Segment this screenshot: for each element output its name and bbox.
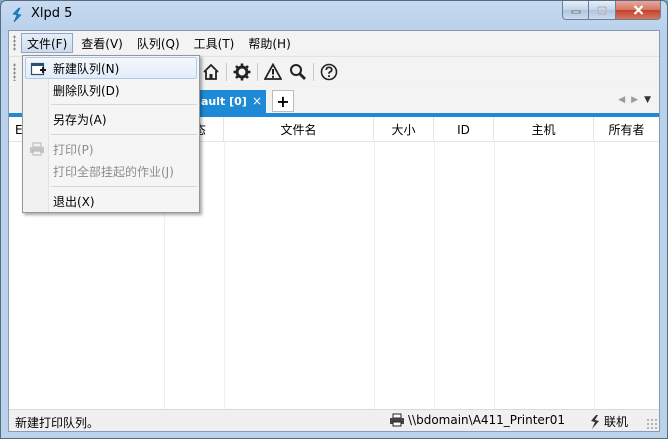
column-header-filename[interactable]: 文件名: [224, 117, 374, 142]
xlpd-logo-icon: [12, 7, 22, 23]
maximize-button[interactable]: [589, 1, 616, 20]
gear-icon: [233, 63, 251, 81]
status-bar: 新建打印队列。 \\bdomain\A411_Printer01 联机: [9, 409, 659, 431]
search-button[interactable]: [288, 62, 308, 82]
tab-label: ault [0]: [201, 95, 247, 108]
settings-button[interactable]: [232, 62, 252, 82]
minimize-icon: [571, 10, 580, 14]
search-icon: [290, 64, 306, 80]
resize-grip[interactable]: [646, 418, 658, 430]
app-window: Xlpd 5 文件(F) 查看(V) 队列(Q) 工具(T) 帮助(H) aul…: [0, 0, 668, 439]
tab-close-icon[interactable]: ×: [251, 95, 263, 107]
column-divider: [434, 142, 435, 409]
status-printer: \\bdomain\A411_Printer01: [389, 413, 565, 427]
menu-item-label: 删除队列(D): [53, 83, 120, 98]
column-divider: [594, 142, 595, 409]
status-message: 新建打印队列。: [15, 416, 100, 430]
column-header-id[interactable]: ID: [434, 117, 494, 142]
toolbar-separator: [313, 63, 314, 81]
menu-item-label: 退出(X): [53, 194, 95, 209]
menu-separator: [51, 104, 197, 105]
connection-icon: [591, 414, 599, 429]
help-button[interactable]: [319, 62, 339, 82]
menu-item-print[interactable]: 打印(P): [25, 138, 197, 160]
column-divider: [374, 142, 375, 409]
close-icon: [633, 5, 643, 15]
plus-icon: +: [276, 91, 290, 111]
column-divider: [494, 142, 495, 409]
help-icon: [320, 63, 338, 81]
toolbar-separator: [226, 63, 227, 81]
column-divider: [224, 142, 225, 409]
file-menu-dropdown: 新建队列(N) 删除队列(D) 另存为(A) 打印(P) 打印全部挂起的作业(J…: [22, 55, 200, 213]
menu-separator: [51, 134, 197, 135]
printer-icon: [28, 140, 46, 158]
menu-item-print-all-pending[interactable]: 打印全部挂起的作业(J): [25, 160, 197, 182]
toolbar-grip[interactable]: [13, 63, 16, 81]
maximize-icon: [597, 5, 607, 15]
alert-button[interactable]: [263, 62, 283, 82]
tab-prev-icon[interactable]: ◀: [618, 95, 625, 105]
toolbar-separator: [257, 63, 258, 81]
tab-next-icon[interactable]: ▶: [631, 95, 638, 105]
menu-tools[interactable]: 工具(T): [188, 33, 241, 53]
menu-item-label: 新建队列(N): [53, 61, 120, 76]
menu-file[interactable]: 文件(F): [21, 33, 74, 53]
minimize-button[interactable]: [562, 1, 589, 20]
printer-path: \\bdomain\A411_Printer01: [408, 413, 565, 427]
menu-item-label: 另存为(A): [53, 112, 107, 127]
menu-help[interactable]: 帮助(H): [242, 33, 296, 53]
status-connection: 联机: [589, 413, 628, 430]
column-header-size[interactable]: 大小: [374, 117, 434, 142]
menu-item-label: 打印(P): [53, 142, 94, 157]
tab-menu-icon[interactable]: ▼: [644, 95, 651, 105]
new-queue-icon: [29, 60, 47, 78]
printer-icon: [390, 413, 404, 427]
menu-view[interactable]: 查看(V): [75, 33, 129, 53]
menubar-grip[interactable]: [13, 35, 16, 51]
add-tab-button[interactable]: +: [272, 90, 294, 112]
menu-item-exit[interactable]: 退出(X): [25, 190, 197, 212]
menu-item-delete-queue[interactable]: 删除队列(D): [25, 79, 197, 101]
connection-status: 联机: [604, 415, 629, 429]
warning-icon: [264, 63, 282, 80]
home-button[interactable]: [201, 62, 221, 82]
title-bar[interactable]: Xlpd 5: [1, 1, 667, 29]
column-header-host[interactable]: 主机: [494, 117, 594, 142]
menu-separator: [51, 186, 197, 187]
tab-navigation: ◀ ▶ ▼: [618, 95, 651, 105]
menu-item-label: 打印全部挂起的作业(J): [53, 164, 174, 179]
menu-item-new-queue[interactable]: 新建队列(N): [25, 57, 197, 79]
menu-queue[interactable]: 队列(Q): [131, 33, 186, 53]
menu-item-save-as[interactable]: 另存为(A): [25, 108, 197, 130]
menu-bar: 文件(F) 查看(V) 队列(Q) 工具(T) 帮助(H): [9, 31, 659, 55]
caption-buttons: [562, 1, 661, 21]
close-button[interactable]: [616, 1, 661, 20]
window-title: Xlpd 5: [31, 6, 73, 21]
home-icon: [203, 63, 219, 80]
column-header-owner[interactable]: 所有者: [594, 117, 659, 142]
